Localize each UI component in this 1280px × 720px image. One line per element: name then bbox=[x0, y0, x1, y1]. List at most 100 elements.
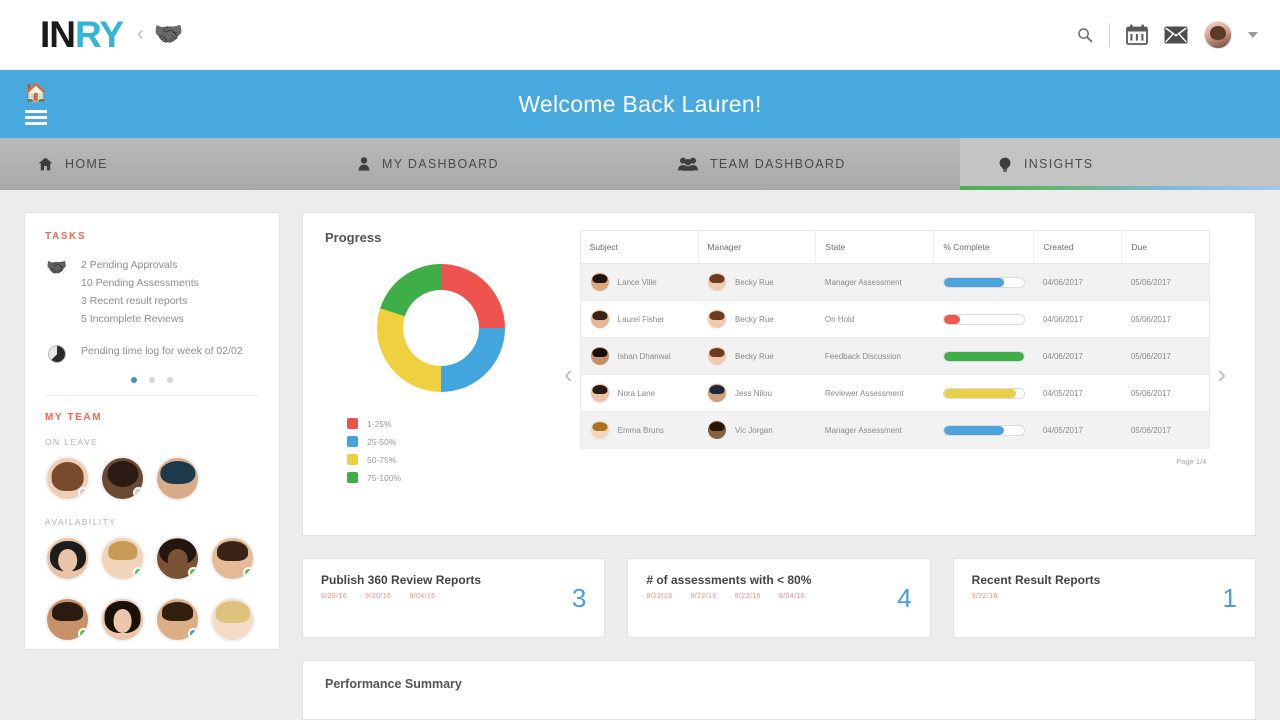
table-row[interactable]: Nora Lane Jess Nilou Reviewer Assessment 04… bbox=[580, 374, 1210, 412]
table-row[interactable]: Ishan Dhanwal Becky Rue Feedback Discussio… bbox=[580, 337, 1210, 375]
avatar[interactable] bbox=[589, 346, 610, 366]
avatar[interactable] bbox=[155, 597, 200, 643]
legend-item: 50-75% bbox=[347, 454, 557, 465]
cell-subject: Nora Lane bbox=[580, 374, 699, 412]
avatar[interactable] bbox=[155, 456, 200, 502]
avatar[interactable] bbox=[707, 272, 728, 292]
task-item[interactable]: 5 Incomplete Reviews bbox=[81, 310, 199, 328]
column-header-subject[interactable]: Subject bbox=[580, 230, 699, 264]
avatar[interactable] bbox=[45, 536, 90, 582]
cell-created: 04/06/2017 bbox=[1033, 337, 1122, 375]
assessments-table-wrap: Subject Manager State % Complete Created… bbox=[579, 230, 1211, 518]
task-item[interactable]: 2 Pending Approvals bbox=[81, 256, 199, 274]
avatar[interactable] bbox=[589, 420, 610, 440]
tasks-heading: TASKS bbox=[45, 231, 87, 242]
avatar[interactable] bbox=[707, 346, 728, 366]
avatar[interactable] bbox=[45, 456, 90, 502]
main-column: Progress 1-25% 25-50% 50-75% 75-100% ‹ S… bbox=[302, 212, 1256, 720]
carousel-dots[interactable] bbox=[45, 377, 259, 384]
handshake-icon: 🤝 bbox=[46, 258, 68, 277]
subject-cell: Laurel Fisher bbox=[589, 309, 689, 329]
chevron-left-icon[interactable]: ‹ bbox=[137, 23, 144, 46]
avatar[interactable] bbox=[45, 597, 90, 643]
cell-subject: Ishan Dhanwal bbox=[580, 337, 699, 375]
performance-summary-title: Performance Summary bbox=[325, 677, 462, 691]
avatar[interactable] bbox=[100, 456, 145, 502]
task-item[interactable]: 3 Recent result reports bbox=[81, 292, 199, 310]
banner-left-controls: 🏠 bbox=[24, 70, 48, 138]
avatar[interactable] bbox=[707, 383, 728, 403]
cell-manager: Becky Rue bbox=[698, 263, 816, 301]
tab-team-dashboard[interactable]: TEAM DASHBOARD bbox=[640, 138, 960, 190]
subject-cell: Nora Lane bbox=[589, 383, 689, 403]
envelope-icon[interactable] bbox=[1164, 26, 1188, 44]
carousel-dot-3[interactable] bbox=[167, 377, 173, 384]
tab-home[interactable]: HOME bbox=[0, 138, 320, 190]
carousel-dot-1[interactable] bbox=[131, 377, 137, 384]
avatar[interactable] bbox=[589, 383, 610, 403]
cell-created: 04/05/2017 bbox=[1033, 411, 1122, 449]
carousel-dot-2[interactable] bbox=[149, 377, 155, 384]
table-pager[interactable]: Page 1/4 bbox=[580, 449, 1211, 466]
kpi-card-recent-result-reports[interactable]: Recent Result Reports 9/22/16 1 bbox=[952, 558, 1256, 638]
tab-my-dashboard[interactable]: MY DASHBOARD bbox=[320, 138, 640, 190]
progress-donut-chart bbox=[377, 264, 505, 392]
main-nav: HOME MY DASHBOARD TEAM DASHBOARD INSIGHT… bbox=[0, 138, 1280, 190]
kpi-card-assessments-below-80[interactable]: # of assessments with < 80% 9/22/16 9/22… bbox=[627, 558, 931, 638]
on-leave-label: ON LEAVE bbox=[45, 437, 99, 448]
cell-state: Reviewer Assessment bbox=[815, 374, 934, 412]
hamburger-menu-icon[interactable] bbox=[24, 109, 47, 125]
avatar[interactable] bbox=[1204, 20, 1232, 49]
kpi-title: Publish 360 Review Reports bbox=[321, 573, 482, 587]
table-header-row: Subject Manager State % Complete Created… bbox=[580, 230, 1210, 264]
chart-section: Progress 1-25% 25-50% 50-75% 75-100% bbox=[325, 230, 557, 518]
carousel-prev-button[interactable]: ‹ bbox=[557, 361, 580, 387]
cell-created: 04/06/2017 bbox=[1033, 300, 1122, 338]
top-bar-actions bbox=[1077, 20, 1258, 49]
table-row[interactable]: Laurel Fisher Becky Rue On Hold 04/06/2017 0… bbox=[580, 300, 1210, 338]
kpi-content: # of assessments with < 80% 9/22/16 9/22… bbox=[646, 573, 887, 600]
column-header-state[interactable]: State bbox=[815, 230, 935, 264]
column-header-due[interactable]: Due bbox=[1121, 230, 1210, 264]
column-header-percent-complete[interactable]: % Complete bbox=[933, 230, 1035, 264]
legend-label: 25-50% bbox=[367, 436, 397, 447]
task-list-block[interactable]: 🤝 2 Pending Approvals 10 Pending Assessm… bbox=[45, 256, 259, 328]
avatar[interactable] bbox=[707, 309, 728, 329]
avatar[interactable] bbox=[589, 272, 610, 292]
app-logo[interactable]: INRY bbox=[40, 16, 124, 53]
table-row[interactable]: Lance Ville Becky Rue Manager Assessment 04… bbox=[580, 263, 1210, 301]
table-body: Lance Ville Becky Rue Manager Assessment 04… bbox=[580, 263, 1210, 449]
column-header-manager[interactable]: Manager bbox=[698, 230, 817, 264]
cell-state: Manager Assessment bbox=[815, 263, 934, 301]
progress-card: Progress 1-25% 25-50% 50-75% 75-100% ‹ S… bbox=[302, 212, 1256, 536]
subject-name: Ishan Dhanwal bbox=[617, 351, 671, 361]
legend-item: 25-50% bbox=[347, 436, 557, 447]
group-icon bbox=[678, 157, 698, 171]
manager-name: Becky Rue bbox=[735, 351, 774, 361]
progress-bar-fill bbox=[943, 351, 1024, 361]
kpi-card-publish-360-review-reports[interactable]: Publish 360 Review Reports 9/20/16 9/20/… bbox=[302, 558, 606, 638]
table-row[interactable]: Emma Bruns Vic Jorgan Manager Assessment 04… bbox=[580, 411, 1210, 449]
avatar[interactable] bbox=[589, 309, 610, 329]
avatar[interactable] bbox=[155, 536, 200, 582]
manager-cell: Becky Rue bbox=[707, 309, 807, 329]
task-item[interactable]: 10 Pending Assessments bbox=[81, 274, 199, 292]
avatar[interactable] bbox=[210, 597, 255, 643]
column-header-created[interactable]: Created bbox=[1033, 230, 1123, 264]
chevron-down-icon[interactable] bbox=[1248, 31, 1258, 38]
avatar[interactable] bbox=[100, 597, 145, 643]
avatar[interactable] bbox=[210, 536, 255, 582]
subject-name: Emma Bruns bbox=[617, 425, 664, 435]
home-icon[interactable]: 🏠 bbox=[24, 84, 48, 103]
kpi-tag: 9/22/16 bbox=[971, 593, 998, 600]
manager-cell: Vic Jorgan bbox=[707, 420, 807, 440]
search-icon[interactable] bbox=[1077, 27, 1093, 43]
carousel-next-button[interactable]: › bbox=[1210, 361, 1233, 387]
timelog-block[interactable]: Pending time log for week of 02/02 bbox=[45, 342, 259, 364]
page-body: TASKS 🤝 2 Pending Approvals 10 Pending A… bbox=[0, 190, 1280, 720]
avatar[interactable] bbox=[100, 536, 145, 582]
calendar-icon[interactable] bbox=[1126, 24, 1148, 45]
avatar[interactable] bbox=[707, 420, 728, 440]
tab-insights[interactable]: INSIGHTS bbox=[960, 138, 1280, 190]
team-heading: MY TEAM bbox=[45, 412, 103, 424]
